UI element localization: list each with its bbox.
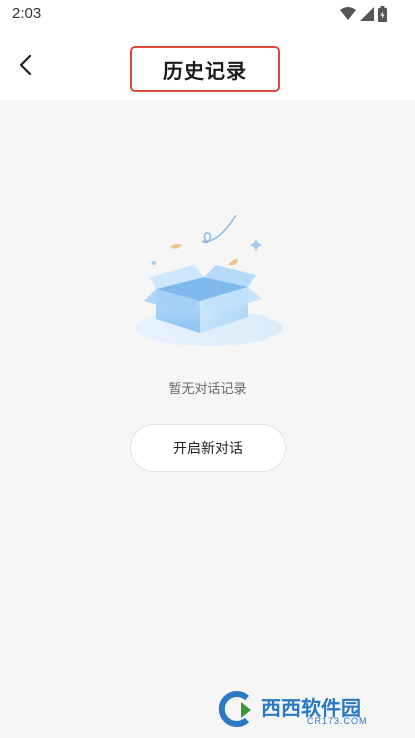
status-bar: 2:03 [0,0,415,30]
watermark-subtext: CR173.COM [307,716,368,726]
watermark-logo: 西西软件园 CR173.COM [217,690,397,730]
cellular-signal-icon [360,7,374,21]
watermark-emblem [218,691,251,727]
status-time: 2:03 [12,5,42,22]
empty-message: 暂无对话记录 [168,382,247,397]
battery-icon [378,6,387,22]
header: 历史记录 [0,30,415,100]
wifi-icon [340,7,356,20]
back-button[interactable] [14,52,40,78]
status-icons [340,6,387,22]
new-chat-label: 开启新对话 [173,441,243,457]
page-title-highlight: 历史记录 [130,46,280,92]
page-title: 历史记录 [163,58,247,83]
open-box-illustration [130,214,286,350]
chevron-left-icon [19,54,32,76]
new-chat-button[interactable]: 开启新对话 [130,424,286,472]
